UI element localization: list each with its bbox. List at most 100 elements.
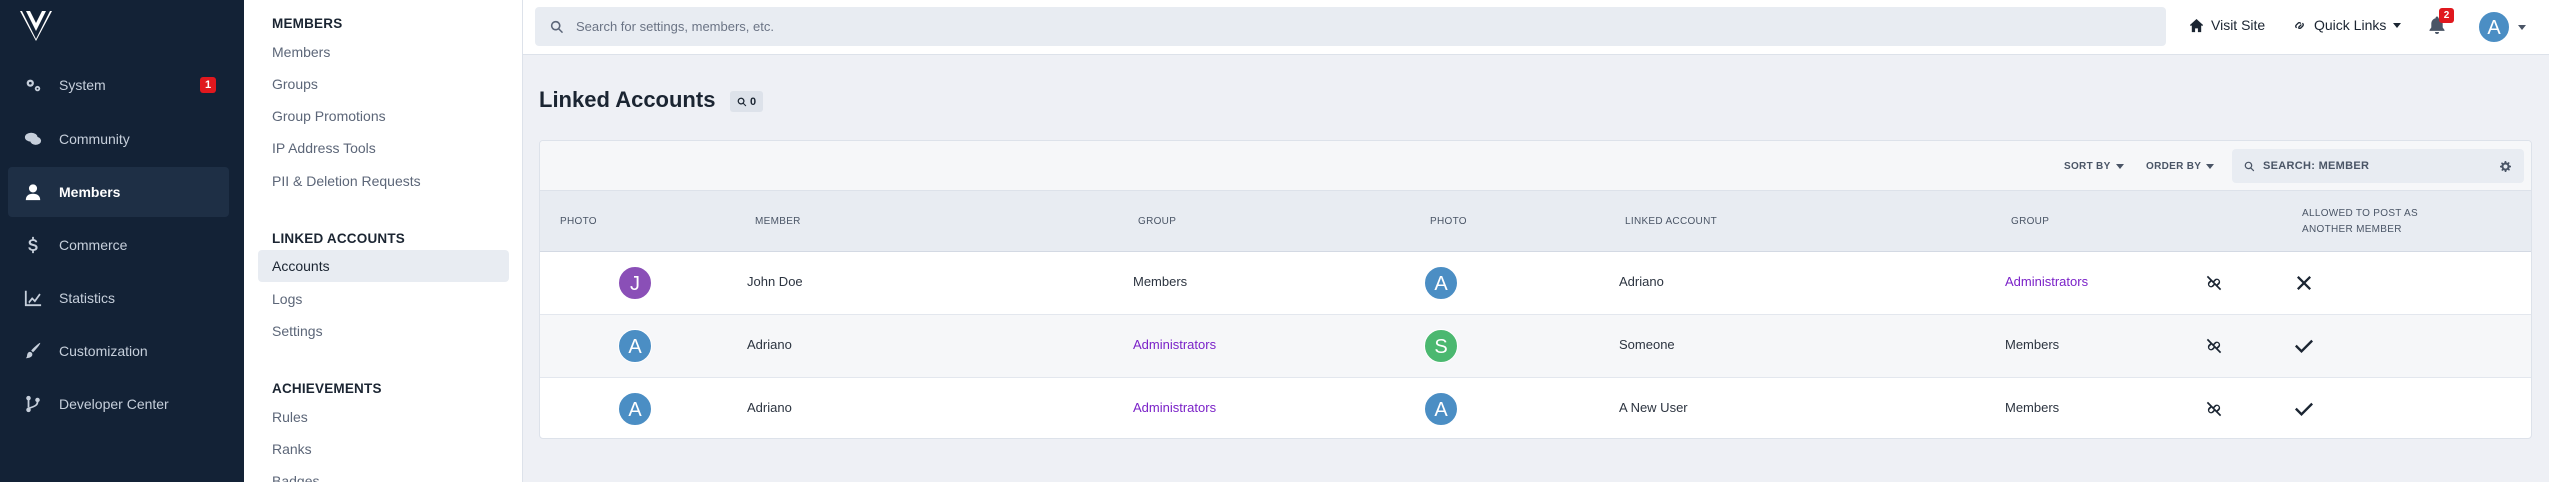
subnav-link-logs[interactable]: Logs [272,291,302,307]
member-name[interactable]: John Doe [747,274,803,289]
linked-account-name[interactable]: Someone [1619,337,1675,352]
main-nav: System 1 Community Members Commerce Stat… [0,0,244,482]
col-allowed-line2: ANOTHER MEMBER [2302,224,2402,235]
chevron-down-icon [2518,24,2526,30]
subnav-link-accounts[interactable]: Accounts [258,250,509,282]
system-alert-badge: 1 [200,77,216,93]
search-icon [2244,161,2255,171]
member-group-link[interactable]: Administrators [1133,400,1216,415]
table-search-input[interactable] [2263,160,2493,172]
nav-item-commerce[interactable]: Commerce [8,220,229,270]
global-search[interactable] [535,7,2166,46]
unlink-icon [2206,401,2222,417]
check-icon [2292,334,2316,358]
linked-account-name[interactable]: Adriano [1619,274,1664,289]
paintbrush-icon [23,342,43,360]
nav-label: Commerce [59,237,128,253]
quick-links-label: Quick Links [2314,17,2387,33]
nav-item-developer-center[interactable]: Developer Center [8,379,229,429]
caret-down-icon [2206,164,2215,169]
member-photo[interactable]: A [618,392,652,426]
comments-icon [23,130,43,148]
section-heading-linked-accounts: LINKED ACCOUNTS [272,231,405,246]
nav-label: System [59,77,106,93]
linked-group: Members [2005,337,2060,352]
sort-by-button[interactable]: SORT BY [2064,161,2124,172]
visit-site-label: Visit Site [2211,17,2266,33]
quick-links-menu[interactable]: Quick Links [2292,17,2402,33]
col-allowed-line1: ALLOWED TO POST AS [2302,208,2418,219]
subnav-link-ip-address-tools[interactable]: IP Address Tools [272,140,376,156]
visit-site-link[interactable]: Visit Site [2189,17,2265,33]
linked-photo[interactable]: A [1424,266,1458,300]
nav-item-customization[interactable]: Customization [8,326,229,376]
unlink-button[interactable] [2205,274,2225,294]
unlink-icon [2206,275,2222,291]
order-by-button[interactable]: ORDER BY [2146,161,2215,172]
col-linked-group: GROUP [2011,216,2050,227]
members-subnav: MEMBERS Members Groups Group Promotions … [244,0,523,482]
nav-item-community[interactable]: Community [8,114,229,164]
nav-label: Members [59,184,121,200]
home-icon [2189,18,2204,32]
nav-item-members[interactable]: Members [8,167,229,217]
subnav-link-groups[interactable]: Groups [272,76,318,92]
user-icon [23,183,43,201]
sort-by-label: SORT BY [2064,161,2111,172]
col-linked-account: LINKED ACCOUNT [1625,216,1717,227]
link-icon [2295,21,2304,29]
linked-photo[interactable]: S [1424,329,1458,363]
section-heading-achievements: ACHIEVEMENTS [272,381,382,396]
col-group: GROUP [1138,216,1177,227]
table-row: A Adriano Administrators S Someone Membe… [540,315,2531,378]
gear-icon[interactable] [2500,161,2511,172]
subnav-link-group-promotions[interactable]: Group Promotions [272,108,386,124]
nav-item-system[interactable]: System 1 [8,60,229,110]
table-search[interactable] [2232,149,2524,183]
section-heading-members: MEMBERS [272,16,343,31]
chevron-down-icon [2393,22,2402,28]
col-linked-photo: PHOTO [1430,216,1467,227]
linked-account-name[interactable]: A New User [1619,400,1688,415]
subnav-link-settings[interactable]: Settings [272,323,323,339]
unlink-icon [2206,338,2222,354]
check-icon [2292,397,2316,421]
user-menu[interactable]: A [2478,11,2526,43]
subnav-link-rules[interactable]: Rules [272,409,308,425]
chart-line-icon [23,289,43,307]
top-bar: Visit Site Quick Links 2 A [523,0,2549,55]
col-photo: PHOTO [560,216,597,227]
member-photo[interactable]: A [618,329,652,363]
linked-accounts-table: SORT BY ORDER BY PHOTO MEMBER GROUP PHOT… [539,140,2532,439]
member-group-link[interactable]: Administrators [1133,337,1216,352]
unlink-button[interactable] [2205,400,2225,420]
page-title: Linked Accounts [539,87,716,112]
nav-item-statistics[interactable]: Statistics [8,273,229,323]
linked-photo[interactable]: A [1424,392,1458,426]
linked-group: Members [2005,400,2060,415]
member-name[interactable]: Adriano [747,400,792,415]
linked-group-link[interactable]: Administrators [2005,274,2088,289]
unlink-button[interactable] [2205,337,2225,357]
table-header: PHOTO MEMBER GROUP PHOTO LINKED ACCOUNT … [540,191,2531,252]
table-row: A Adriano Administrators A A New User Me… [540,378,2531,438]
results-count: 0 [750,95,757,108]
subnav-link-badges[interactable]: Badges [272,473,319,482]
results-count-badge: 0 [730,91,764,112]
subnav-link-pii-deletion[interactable]: PII & Deletion Requests [272,173,421,189]
notifications-badge: 2 [2439,8,2454,23]
order-by-label: ORDER BY [2146,161,2202,172]
table-toolbar: SORT BY ORDER BY [540,141,2531,191]
table-row: J John Doe Members A Adriano Administrat… [540,252,2531,315]
member-photo[interactable]: J [618,266,652,300]
logo[interactable] [20,11,52,41]
global-search-input[interactable] [576,19,2076,34]
gears-icon [23,76,43,94]
avatar: A [2478,11,2510,43]
nav-label: Customization [59,343,148,359]
subnav-link-ranks[interactable]: Ranks [272,441,312,457]
notifications-button[interactable]: 2 [2427,8,2454,37]
col-member: MEMBER [755,216,801,227]
member-name[interactable]: Adriano [747,337,792,352]
subnav-link-members[interactable]: Members [272,44,330,60]
